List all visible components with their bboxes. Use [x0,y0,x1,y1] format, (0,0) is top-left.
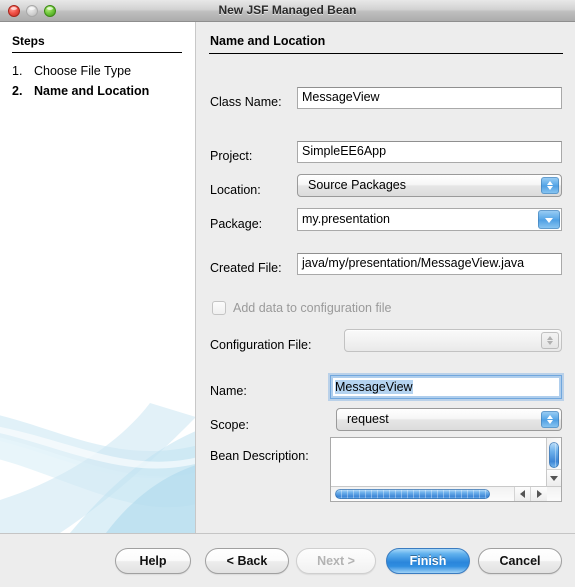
configuration-file-popup [344,329,562,352]
name-input-value: MessageView [335,380,413,394]
scroll-right-button[interactable] [530,487,547,501]
project-input[interactable]: SimpleEE6App [297,141,562,163]
popup-arrows-icon [541,411,559,428]
package-label: Package: [210,217,263,231]
step-label: Name and Location [34,84,150,98]
name-input[interactable]: MessageView [330,375,562,399]
title-bar: New JSF Managed Bean [0,0,575,22]
horizontal-scrollbar[interactable] [331,486,561,501]
project-label: Project: [210,149,253,163]
steps-panel: Steps 1. Choose File Type 2. Name and Lo… [0,22,196,533]
class-name-label: Class Name: [210,95,282,109]
page-title: Name and Location [210,34,326,48]
package-combo[interactable]: my.presentation [297,208,562,231]
step-number: 2. [12,84,23,98]
popup-arrows-icon [541,332,559,349]
configuration-file-label: Configuration File: [210,338,312,352]
chevron-down-icon[interactable] [538,210,560,229]
window-title: New JSF Managed Bean [218,3,357,17]
scope-label: Scope: [210,418,249,432]
steps-heading: Steps [12,34,45,48]
help-button[interactable]: Help [115,548,191,574]
vertical-scrollbar-thumb[interactable] [549,442,559,468]
created-file-input[interactable]: java/my/presentation/MessageView.java [297,253,562,275]
bean-description-textarea[interactable] [330,437,562,502]
page-title-divider [209,53,563,54]
step-item-1: 1. Choose File Type [12,61,187,81]
scope-popup[interactable]: request [336,408,562,431]
step-item-2: 2. Name and Location [12,81,187,101]
scroll-left-button[interactable] [514,487,531,501]
content-pane: Name and Location Class Name: MessageVie… [196,22,575,533]
class-name-input[interactable]: MessageView [297,87,562,109]
add-data-checkbox [212,301,226,315]
steps-divider [12,52,182,53]
step-number: 1. [12,64,23,78]
finish-button[interactable]: Finish [386,548,470,574]
next-button: Next > [296,548,376,574]
popup-arrows-icon [541,177,559,194]
add-data-checkbox-label: Add data to configuration file [233,301,392,315]
location-popup[interactable]: Source Packages [297,174,562,197]
scroll-down-button[interactable] [547,469,561,486]
bean-description-label: Bean Description: [210,449,309,463]
add-data-checkbox-row: Add data to configuration file [212,301,391,315]
created-file-label: Created File: [210,261,282,275]
step-label: Choose File Type [34,64,132,78]
cancel-button[interactable]: Cancel [478,548,562,574]
steps-list: 1. Choose File Type 2. Name and Location [12,61,187,101]
decorative-artwork [0,403,195,533]
vertical-scrollbar[interactable] [546,438,561,486]
back-button[interactable]: < Back [205,548,289,574]
button-bar: Help < Back Next > Finish Cancel [0,533,575,587]
name-label: Name: [210,384,247,398]
dialog-window: New JSF Managed Bean Steps 1. Choose Fil… [0,0,575,587]
location-label: Location: [210,183,261,197]
horizontal-scrollbar-thumb[interactable] [335,489,490,499]
